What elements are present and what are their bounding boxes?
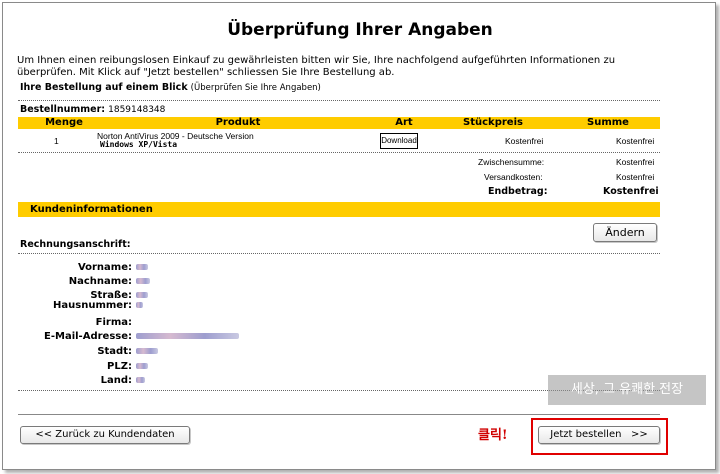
overview-subtitle: (Überprüfen Sie Ihre Angaben) <box>190 83 321 93</box>
field-value-vorname <box>136 264 256 272</box>
field-value-stadt <box>136 348 256 356</box>
field-label-hausnummer: Hausnummer: <box>53 300 132 311</box>
customer-section-header: Kundeninformationen <box>18 202 660 217</box>
divider <box>18 253 660 254</box>
col-stueckpreis: Stückpreis <box>463 117 523 128</box>
subtotal-label: Zwischensumme: <box>478 157 545 167</box>
click-annotation: 클릭! <box>478 428 508 443</box>
page-title: Überprüfung Ihrer Angaben <box>227 20 493 40</box>
total-value: Kostenfrei <box>603 186 659 197</box>
col-produkt: Produkt <box>215 117 261 128</box>
col-menge: Menge <box>45 117 83 128</box>
billing-heading: Rechnungsanschrift: <box>20 239 131 250</box>
order-number: Bestellnummer: 1859148348 <box>20 104 165 115</box>
divider <box>18 152 660 153</box>
order-number-value: 1859148348 <box>108 105 166 115</box>
shipping-value: Kostenfrei <box>616 172 655 182</box>
field-value-hausnummer <box>136 302 256 310</box>
overview-heading: Ihre Bestellung auf einem Blick (Überprü… <box>20 82 321 93</box>
field-label-plz: PLZ: <box>107 361 132 372</box>
download-button[interactable]: Download <box>380 133 418 149</box>
order-number-label: Bestellnummer: <box>20 104 106 115</box>
overview-title: Ihre Bestellung auf einem Blick <box>20 82 188 93</box>
field-label-vorname: Vorname: <box>77 262 132 273</box>
row-sum: Kostenfrei <box>616 136 655 146</box>
field-value-land <box>136 377 256 385</box>
row-qty: 1 <box>54 136 59 146</box>
field-label-stadt: Stadt: <box>97 346 132 357</box>
edit-button[interactable]: Ändern <box>593 223 657 242</box>
submit-order-button[interactable]: Jetzt bestellen >> <box>538 426 660 444</box>
field-value-strasse <box>136 292 256 300</box>
order-table-header: Menge Produkt Art Stückpreis Summe <box>18 117 660 129</box>
row-unit-price: Kostenfrei <box>505 136 544 146</box>
field-label-email: E-Mail-Adresse: <box>44 331 132 342</box>
row-platform: Windows XP/Vista <box>100 140 178 149</box>
col-art: Art <box>395 117 413 128</box>
divider <box>18 100 660 101</box>
total-label: Endbetrag: <box>488 186 548 197</box>
customer-section-title: Kundeninformationen <box>30 204 153 215</box>
col-summe: Summe <box>587 117 629 128</box>
field-label-firma: Firma: <box>95 317 132 328</box>
back-button[interactable]: << Zurück zu Kundendaten <box>20 426 190 444</box>
field-label-nachname: Nachname: <box>68 276 132 287</box>
footer-divider <box>18 414 660 415</box>
shipping-label: Versandkosten: <box>484 172 543 182</box>
field-value-email <box>136 333 256 341</box>
watermark: 세상, 그 유쾌한 전장 <box>548 375 706 405</box>
subtotal-value: Kostenfrei <box>616 157 655 167</box>
field-value-nachname <box>136 278 256 286</box>
field-label-land: Land: <box>100 375 132 386</box>
intro-text: Um Ihnen einen reibungslosen Einkauf zu … <box>17 55 616 78</box>
field-value-plz <box>136 363 256 371</box>
